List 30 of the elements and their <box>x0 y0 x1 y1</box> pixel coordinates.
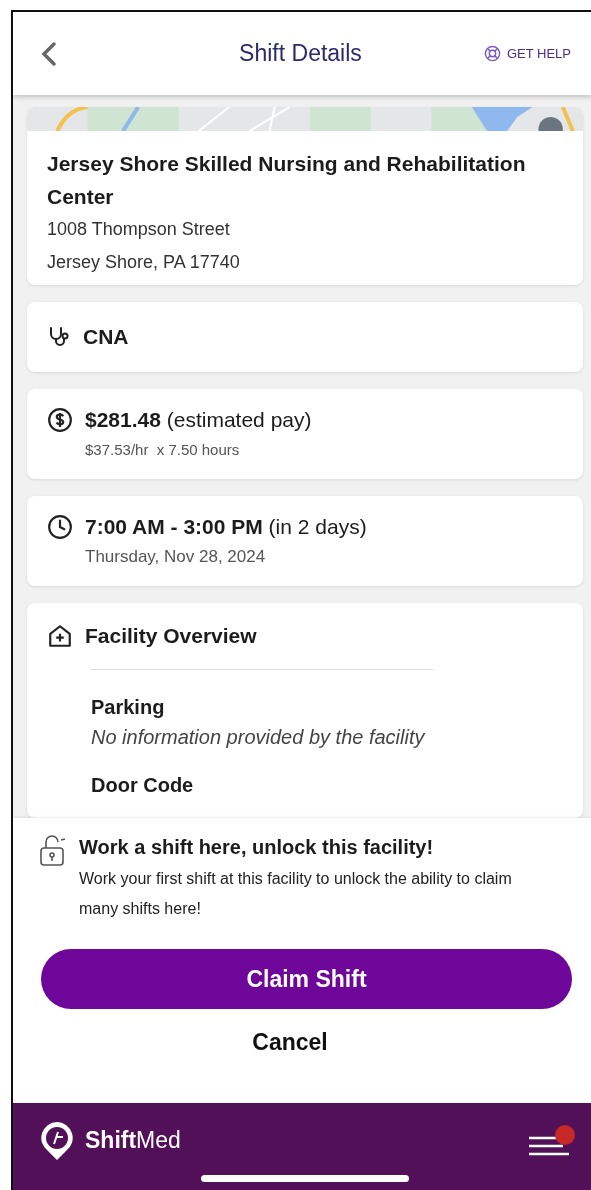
address-line: 1008 Thompson Street <box>47 218 231 241</box>
menu-icon <box>529 1134 569 1157</box>
address-line: Jersey Shore, PA 17740 <box>47 251 241 274</box>
unlock-message: Work your first shift at this facility to unlock the ability to claim many shifts here! <box>79 869 513 919</box>
time-title: 7:00 AM - 3:00 PM (in 2 days) <box>85 514 367 540</box>
unlock-title: Work a shift here, unlock this facility! <box>79 835 435 860</box>
facility-name: Jersey Shore Skilled Nursing and Rehabilitation Center <box>47 151 527 210</box>
lifebuoy-icon <box>483 45 501 62</box>
menu-button[interactable] <box>529 1124 575 1157</box>
role-title: CNA <box>83 324 129 350</box>
pay-detail: $37.53/hr x 7.50 hours <box>85 440 241 460</box>
overview-title: Facility Overview <box>85 623 257 649</box>
get-help-button[interactable]: GET HELP <box>483 45 571 62</box>
section-label: Parking <box>91 695 166 720</box>
logo-icon <box>39 1119 75 1162</box>
back-icon <box>41 40 57 67</box>
stethoscope-icon <box>47 325 71 349</box>
hospital-icon <box>47 623 73 649</box>
section-value: No information provided by the facility <box>91 725 427 750</box>
section-label: Door Code <box>91 773 195 798</box>
back-button[interactable] <box>41 40 57 67</box>
dollar-icon <box>47 407 73 433</box>
page-title: Shift Details <box>238 40 363 67</box>
unlock-icon <box>39 834 67 868</box>
claim-shift-button[interactable]: Claim Shift <box>41 949 572 1009</box>
brand-name: ShiftMed <box>85 1127 181 1154</box>
pay-title: $281.48 (estimated pay) <box>85 407 312 433</box>
cancel-button[interactable]: Cancel <box>232 1021 348 1064</box>
clock-icon <box>47 514 73 540</box>
time-detail: Thursday, Nov 28, 2024 <box>85 546 267 568</box>
